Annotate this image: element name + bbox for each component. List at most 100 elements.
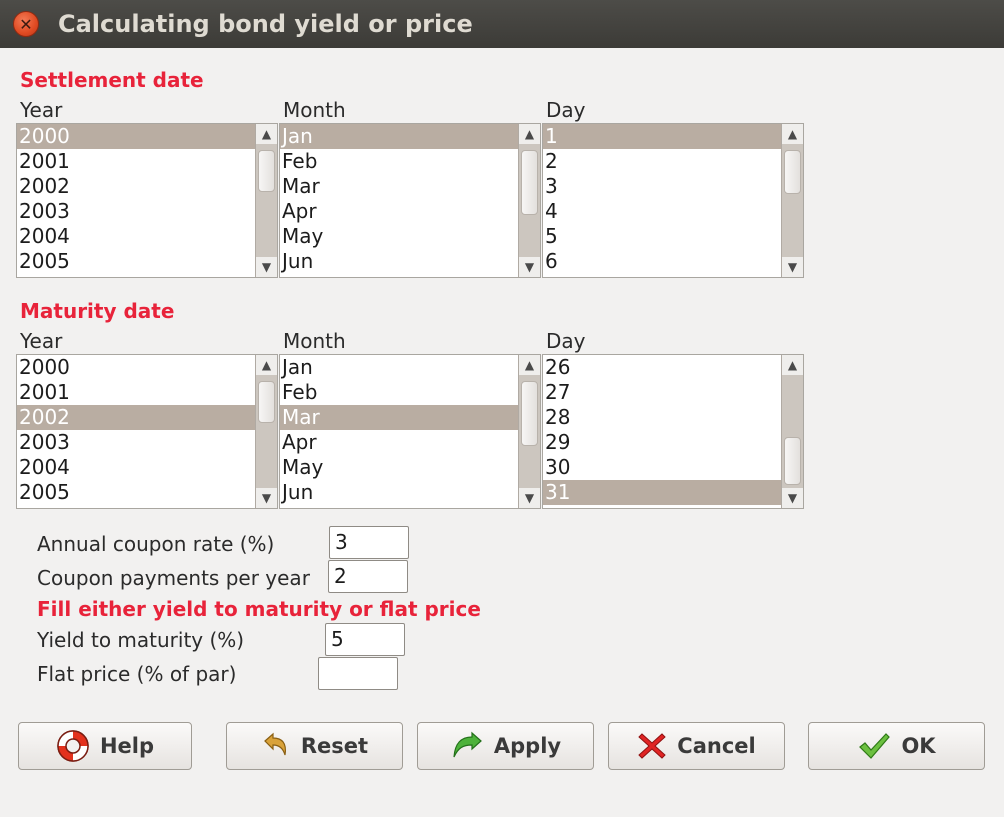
scroll-thumb[interactable] (784, 150, 801, 194)
scroll-down-icon[interactable]: ▼ (256, 257, 277, 277)
payments-per-year-label: Coupon payments per year (37, 566, 310, 590)
list-item[interactable]: 2000 (17, 124, 255, 149)
scroll-down-icon[interactable]: ▼ (519, 488, 540, 508)
cancel-button[interactable]: Cancel (608, 722, 785, 770)
cancel-x-icon (638, 733, 667, 759)
list-item[interactable]: 2 (543, 149, 781, 174)
scrollbar[interactable]: ▲ ▼ (255, 355, 277, 508)
list-item[interactable]: 31 (543, 480, 781, 505)
apply-button[interactable]: Apply (417, 722, 594, 770)
scroll-up-icon[interactable]: ▲ (256, 355, 277, 375)
list-item[interactable]: 5 (543, 224, 781, 249)
scroll-up-icon[interactable]: ▲ (256, 124, 277, 144)
list-item[interactable]: 2000 (17, 355, 255, 380)
list-item[interactable]: 2001 (17, 149, 255, 174)
list-item[interactable]: 2005 (17, 249, 255, 274)
maturity-month-list[interactable]: Jan Feb Mar Apr May Jun ▲ ▼ (279, 354, 541, 509)
list-item[interactable]: Apr (280, 430, 518, 455)
scroll-thumb[interactable] (521, 150, 538, 215)
flat-price-label: Flat price (% of par) (37, 662, 237, 686)
payments-per-year-input[interactable]: 2 (328, 560, 408, 593)
settlement-day-list[interactable]: 123456 ▲ ▼ (542, 123, 804, 278)
scroll-up-icon[interactable]: ▲ (782, 124, 803, 144)
coupon-rate-label: Annual coupon rate (%) (37, 532, 275, 556)
list-item[interactable]: Feb (280, 149, 518, 174)
reset-button-label: Reset (300, 734, 369, 758)
ytm-label: Yield to maturity (%) (37, 628, 245, 652)
settlement-day-label: Day (546, 98, 586, 122)
list-item[interactable]: 28 (543, 405, 781, 430)
list-item[interactable]: Feb (280, 380, 518, 405)
list-item[interactable]: Jun (280, 480, 518, 505)
maturity-date-heading: Maturity date (20, 299, 175, 323)
scrollbar[interactable]: ▲ ▼ (518, 124, 540, 277)
scroll-thumb[interactable] (521, 381, 538, 446)
list-item[interactable]: 6 (543, 249, 781, 274)
apply-button-label: Apply (493, 734, 562, 758)
scroll-up-icon[interactable]: ▲ (519, 355, 540, 375)
scroll-down-icon[interactable]: ▼ (256, 488, 277, 508)
lifebuoy-icon (57, 730, 89, 762)
list-item[interactable]: 29 (543, 430, 781, 455)
checkmark-icon (859, 733, 891, 759)
settlement-date-heading: Settlement date (20, 68, 204, 92)
maturity-month-label: Month (283, 329, 346, 353)
settlement-year-label: Year (20, 98, 63, 122)
list-item[interactable]: 2005 (17, 480, 255, 505)
scrollbar[interactable]: ▲ ▼ (255, 124, 277, 277)
scroll-thumb[interactable] (784, 437, 801, 485)
list-item[interactable]: Jan (280, 355, 518, 380)
maturity-day-list[interactable]: 26 27 28 29 30 31 ▲ ▼ (542, 354, 804, 509)
scroll-thumb[interactable] (258, 150, 275, 192)
list-item[interactable]: 2004 (17, 224, 255, 249)
undo-arrow-icon (264, 732, 286, 756)
scroll-down-icon[interactable]: ▼ (782, 257, 803, 277)
scroll-thumb[interactable] (258, 381, 275, 423)
list-item[interactable]: Mar (280, 174, 518, 199)
cancel-button-label: Cancel (677, 734, 756, 758)
list-item[interactable]: May (280, 224, 518, 249)
list-item[interactable]: 2003 (17, 430, 255, 455)
title-bar: ✕ Calculating bond yield or price (0, 0, 1004, 48)
scrollbar[interactable]: ▲ ▼ (781, 124, 803, 277)
coupon-rate-input[interactable]: 3 (329, 526, 409, 559)
flat-price-input[interactable] (318, 657, 398, 690)
maturity-year-list[interactable]: 2000 2001 2002 2003 2004 2005 ▲ ▼ (16, 354, 278, 509)
scroll-up-icon[interactable]: ▲ (782, 355, 803, 375)
list-item[interactable]: Jun (280, 249, 518, 274)
list-item[interactable]: 3 (543, 174, 781, 199)
scrollbar[interactable]: ▲ ▼ (518, 355, 540, 508)
ok-button[interactable]: OK (808, 722, 985, 770)
settlement-month-list[interactable]: Jan Feb Mar Apr May Jun ▲ ▼ (279, 123, 541, 278)
ytm-input[interactable]: 5 (325, 623, 405, 656)
help-button-label: Help (99, 734, 155, 758)
yield-or-price-instruction: Fill either yield to maturity or flat pr… (37, 597, 481, 621)
list-item[interactable]: 2004 (17, 455, 255, 480)
list-item[interactable]: 26 (543, 355, 781, 380)
maturity-year-label: Year (20, 329, 63, 353)
list-item[interactable]: 30 (543, 455, 781, 480)
list-item[interactable]: May (280, 455, 518, 480)
close-icon[interactable]: ✕ (13, 11, 39, 37)
list-item[interactable]: 4 (543, 199, 781, 224)
scroll-down-icon[interactable]: ▼ (782, 488, 803, 508)
list-item[interactable]: 27 (543, 380, 781, 405)
scrollbar[interactable]: ▲ ▼ (781, 355, 803, 508)
list-item[interactable]: 2002 (17, 405, 255, 430)
list-item[interactable]: Jan (280, 124, 518, 149)
settlement-year-list[interactable]: 2000 2001 2002 2003 2004 2005 ▲ ▼ (16, 123, 278, 278)
window-title: Calculating bond yield or price (58, 10, 473, 38)
help-button[interactable]: Help (18, 722, 192, 770)
scroll-up-icon[interactable]: ▲ (519, 124, 540, 144)
redo-arrow-icon (453, 731, 482, 758)
list-item[interactable]: 2002 (17, 174, 255, 199)
ok-button-label: OK (901, 734, 936, 758)
reset-button[interactable]: Reset (226, 722, 403, 770)
list-item[interactable]: 2003 (17, 199, 255, 224)
list-item[interactable]: Mar (280, 405, 518, 430)
list-item[interactable]: 2001 (17, 380, 255, 405)
list-item[interactable]: 1 (543, 124, 781, 149)
list-item[interactable]: Apr (280, 199, 518, 224)
settlement-month-label: Month (283, 98, 346, 122)
scroll-down-icon[interactable]: ▼ (519, 257, 540, 277)
